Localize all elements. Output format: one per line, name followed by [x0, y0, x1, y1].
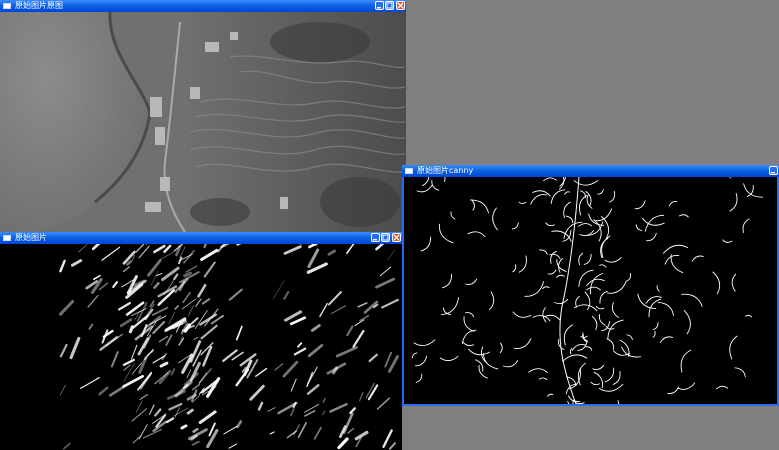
close-button[interactable]	[392, 233, 401, 242]
window-title: 原始图片canny	[417, 166, 474, 175]
app-window-icon	[3, 3, 11, 9]
window-original: 原始图片原图	[0, 0, 406, 232]
image-canny	[402, 177, 779, 406]
maximize-icon	[386, 2, 393, 9]
window-title: 原始图片原图	[15, 1, 63, 10]
minimize-icon	[373, 239, 377, 241]
titlebar-original[interactable]: 原始图片原图	[0, 0, 406, 12]
window-canny: 原始图片canny	[402, 165, 779, 406]
minimize-button[interactable]	[375, 1, 384, 10]
maximize-button[interactable]	[385, 1, 394, 10]
window-processed: 原始图片	[0, 232, 402, 450]
close-icon	[393, 234, 400, 241]
minimize-icon	[771, 172, 775, 174]
minimize-icon	[377, 7, 381, 9]
window-title: 原始图片	[15, 233, 47, 242]
close-button[interactable]	[396, 1, 405, 10]
image-processed	[0, 244, 402, 450]
close-icon	[397, 2, 404, 9]
maximize-icon	[382, 234, 389, 241]
image-original	[0, 12, 406, 232]
minimize-button[interactable]	[371, 233, 380, 242]
app-window-icon	[405, 168, 413, 174]
titlebar-processed[interactable]: 原始图片	[0, 232, 402, 244]
titlebar-canny[interactable]: 原始图片canny	[402, 165, 779, 177]
minimize-button[interactable]	[769, 166, 778, 175]
maximize-button[interactable]	[381, 233, 390, 242]
app-window-icon	[3, 235, 11, 241]
